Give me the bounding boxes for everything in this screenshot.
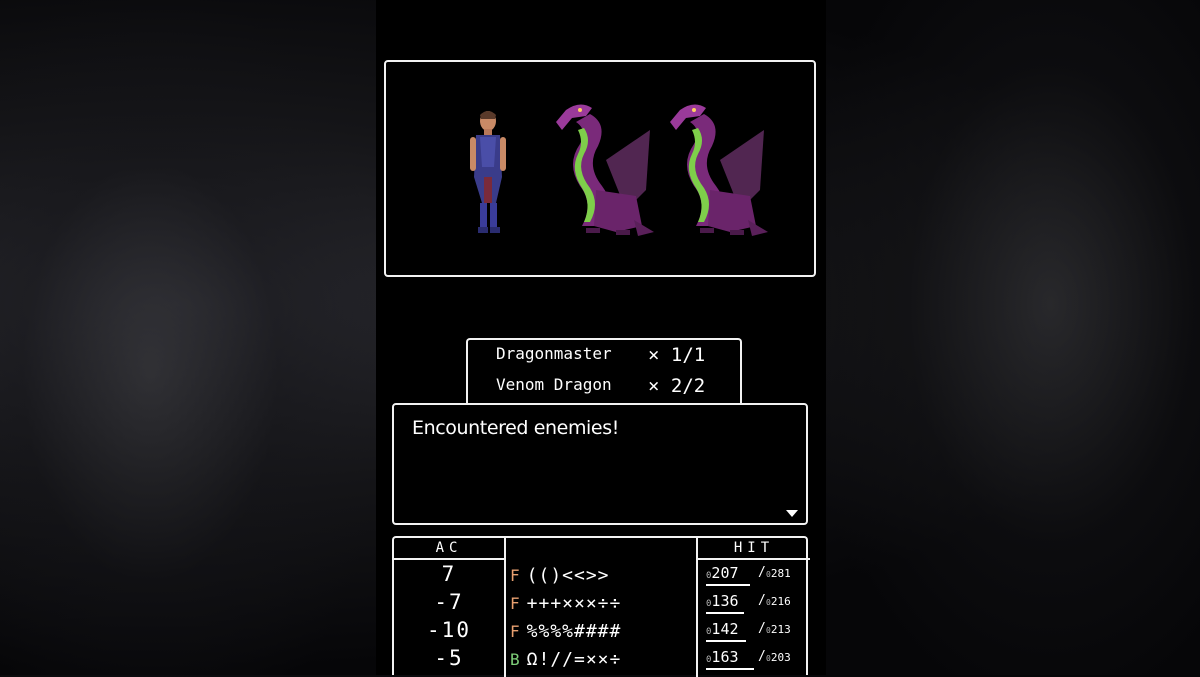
ac-value: -10: [427, 618, 471, 642]
enemy-name: Dragonmaster: [496, 344, 612, 363]
member-name: (()<<>>: [526, 565, 610, 586]
battle-scene: [384, 60, 816, 277]
enemy-count: × 1/1: [648, 344, 706, 366]
hp-bar: [706, 584, 751, 586]
down-triangle-icon[interactable]: [786, 510, 798, 517]
hp-current: 136: [711, 592, 739, 610]
hp-display: 0163 / 0203: [706, 648, 802, 670]
enemy-name: Venom Dragon: [496, 375, 612, 394]
hp-max: 281: [770, 567, 791, 580]
hit-column: HIT 0207 / 0281 0136 / 0216 0142 / 0213 …: [696, 538, 810, 677]
hp-current: 163: [711, 648, 739, 666]
hp-display: 0207 / 0281: [706, 564, 802, 586]
dragonmaster-sprite[interactable]: [466, 107, 512, 237]
message-window[interactable]: Encountered enemies!: [392, 403, 808, 525]
member-name: +++×××÷÷: [526, 593, 622, 614]
hp-bar: [706, 640, 747, 642]
game-screen: Dragonmaster × 1/1 Venom Dragon × 2/2 En…: [376, 0, 826, 677]
class-letter: B: [510, 650, 521, 669]
hp-max: 216: [770, 595, 791, 608]
member-name: Ω!//=××÷: [526, 649, 622, 670]
party-member-row[interactable]: B Ω!//=××÷: [510, 649, 621, 670]
ac-value: -7: [434, 590, 464, 614]
class-letter: F: [510, 566, 521, 585]
member-name: %%%%####: [526, 621, 622, 642]
hp-display: 0142 / 0213: [706, 620, 802, 642]
party-status: AC 7 -7 -10 -5 F (()<<>> F +++×××÷÷ F %%%%#…: [392, 536, 810, 677]
enemy-count: × 2/2: [648, 375, 706, 397]
ac-header: AC: [394, 538, 504, 560]
ac-column: AC 7 -7 -10 -5: [394, 538, 506, 677]
background-blur-left: [0, 0, 376, 675]
venom-dragon-sprite[interactable]: [546, 100, 656, 240]
ac-value: -5: [434, 646, 464, 670]
hp-max: 213: [770, 623, 791, 636]
message-text: Encountered enemies!: [412, 417, 619, 439]
hp-current: 207: [711, 564, 739, 582]
hit-header: HIT: [698, 538, 810, 560]
ac-value: 7: [441, 562, 457, 586]
party-member-row[interactable]: F %%%%####: [510, 621, 621, 642]
hp-display: 0136 / 0216: [706, 592, 802, 614]
party-member-row[interactable]: F (()<<>>: [510, 565, 610, 586]
background-blur-right: [826, 0, 1200, 675]
enemy-list: Dragonmaster × 1/1 Venom Dragon × 2/2: [466, 338, 742, 404]
party-member-row[interactable]: F +++×××÷÷: [510, 593, 621, 614]
hp-bar: [706, 668, 754, 670]
hp-max: 203: [770, 651, 791, 664]
venom-dragon-sprite[interactable]: [660, 100, 770, 240]
class-letter: F: [510, 622, 521, 641]
hp-current: 142: [711, 620, 739, 638]
hp-bar: [706, 612, 744, 614]
class-letter: F: [510, 594, 521, 613]
